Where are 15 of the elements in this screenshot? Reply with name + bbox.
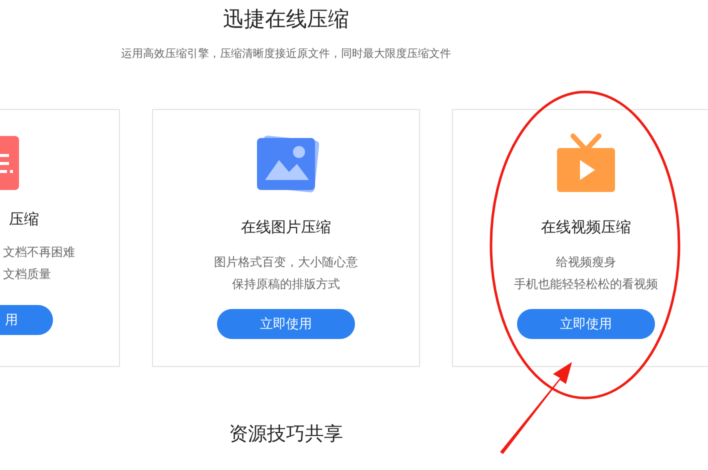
card-description: 手机也能轻轻松松的看视频 <box>514 276 658 293</box>
section-title: 迅捷在线压缩 <box>222 6 350 32</box>
card-description: 给视频瘦身 <box>555 254 617 271</box>
card-description: 文档质量 <box>3 266 52 283</box>
card-title: 在线视频压缩 <box>541 218 631 237</box>
card-description: 文档不再困难 <box>3 244 75 261</box>
section-title: 资源技巧共享 <box>228 422 344 447</box>
card-description: 保持原稿的排版方式 <box>231 276 341 293</box>
use-now-button[interactable]: 立即使用 <box>217 309 355 339</box>
card-title: 在线图片压缩 <box>241 218 331 237</box>
card-title: 压缩 <box>9 210 39 229</box>
section-subtitle: 运用高效压缩引擎，压缩清晰度接近原文件，同时最大限度压缩文件 <box>120 46 452 61</box>
use-now-button[interactable]: 立即使用 <box>517 309 655 339</box>
card-description: 图片格式百变，大小随心意 <box>214 254 358 271</box>
use-now-button[interactable]: 用 <box>0 305 53 335</box>
